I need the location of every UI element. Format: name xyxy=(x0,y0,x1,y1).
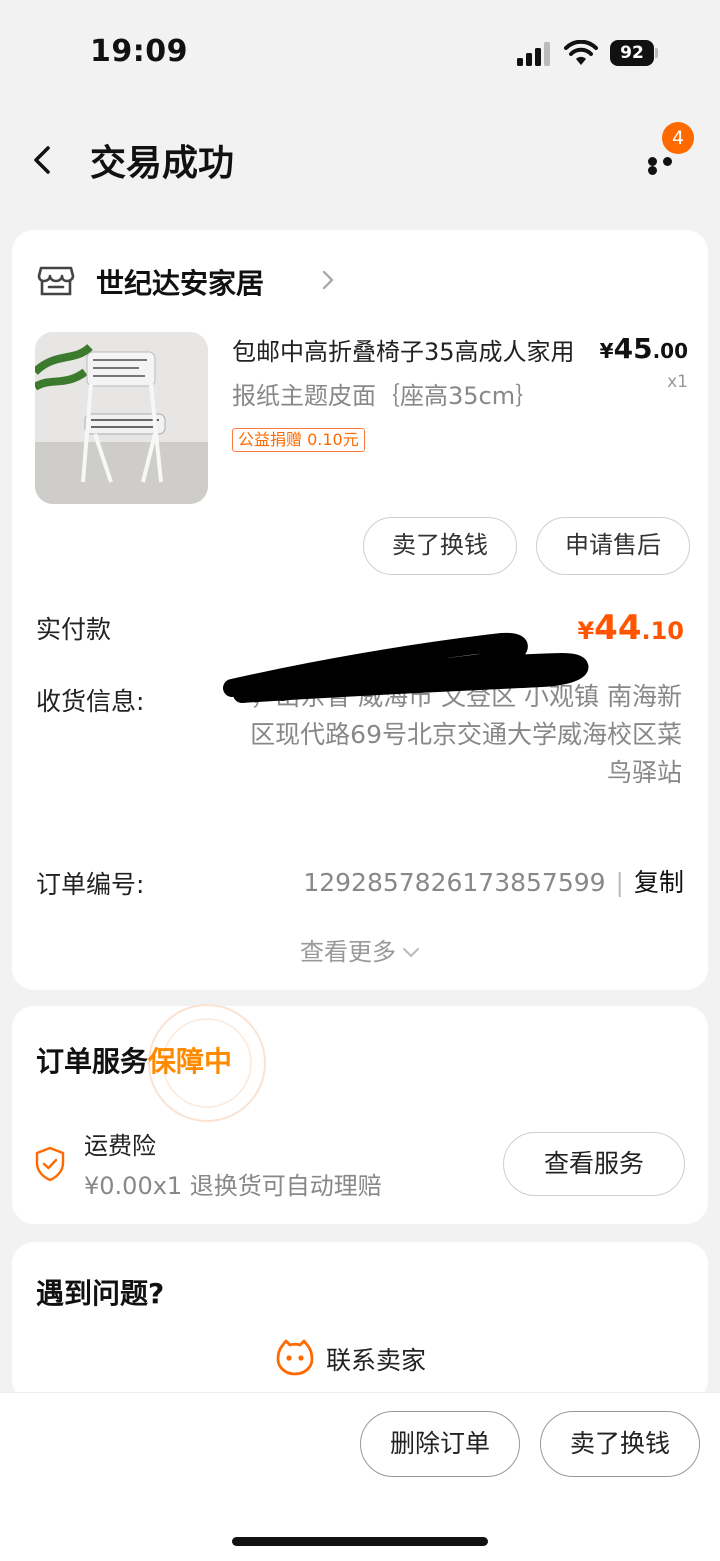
service-card: 订单服务保障中 运费险 ¥0.00x1 退换货可自动理赔 查看服务 xyxy=(12,1004,708,1224)
sell-for-cash-button[interactable]: 卖了换钱 xyxy=(540,1411,700,1477)
order-number-row: 1292857826173857599 | 复制 xyxy=(303,863,684,899)
bottom-action-bar: 删除订单 卖了换钱 xyxy=(0,1392,720,1561)
order-number-label: 订单编号: xyxy=(36,870,145,899)
service-title-text: 订单服务 xyxy=(36,1045,149,1078)
order-number: 1292857826173857599 xyxy=(303,868,606,897)
service-title: 订单服务保障中 xyxy=(36,1040,232,1080)
problem-card: 遇到问题? 联系卖家 xyxy=(12,1242,708,1402)
delete-order-button[interactable]: 删除订单 xyxy=(360,1411,520,1477)
battery-level: 92 xyxy=(610,40,654,66)
paid-label: 实付款 xyxy=(36,615,112,644)
product-sku: 报纸主题皮面｛座高35cm｝ xyxy=(232,382,540,410)
shop-name: 世纪达安家居 xyxy=(96,267,265,300)
status-bar: 19:09 92 xyxy=(0,0,720,100)
home-indicator xyxy=(232,1537,488,1546)
sell-button[interactable]: 卖了换钱 xyxy=(363,517,517,575)
product-title[interactable]: 包邮中高折叠椅子35高成人家用 xyxy=(232,332,582,367)
shop-icon xyxy=(37,266,75,296)
page-title: 交易成功 xyxy=(90,143,235,184)
view-more-button[interactable]: 查看更多 xyxy=(12,932,708,967)
product-quantity: x1 xyxy=(667,372,688,392)
back-icon[interactable] xyxy=(22,138,66,182)
price-currency: ¥ xyxy=(599,339,614,363)
copy-button[interactable]: 复制 xyxy=(634,868,684,897)
status-time: 19:09 xyxy=(90,34,188,69)
product-image[interactable] xyxy=(35,332,208,504)
redaction-scribble xyxy=(223,632,589,703)
service-status: 保障中 xyxy=(148,1045,233,1078)
price-decimal: .00 xyxy=(652,339,688,363)
paid-decimal: .10 xyxy=(641,617,684,645)
problem-title: 遇到问题? xyxy=(36,1277,165,1310)
battery-tip xyxy=(655,48,658,58)
chevron-down-icon xyxy=(403,948,419,958)
chevron-right-icon xyxy=(322,270,334,290)
contact-icon xyxy=(276,1339,314,1376)
nav-bar: 交易成功 xyxy=(0,110,720,210)
view-service-button[interactable]: 查看服务 xyxy=(503,1132,685,1196)
service-item-desc: ¥0.00x1 退换货可自动理赔 xyxy=(84,1172,382,1200)
after-sale-button[interactable]: 申请售后 xyxy=(536,517,690,575)
service-item-name: 运费险 xyxy=(84,1132,156,1160)
price-integer: 45 xyxy=(613,332,653,365)
product-price: ¥45.00 xyxy=(600,332,688,365)
wifi-icon xyxy=(564,40,598,65)
contact-seller-label: 联系卖家 xyxy=(326,1346,427,1375)
address-label: 收货信息: xyxy=(36,687,145,716)
order-number-separator: | xyxy=(615,868,624,897)
view-more-label: 查看更多 xyxy=(300,938,396,966)
battery-indicator: 92 xyxy=(610,40,658,66)
cellular-signal-icon xyxy=(517,42,550,66)
order-card: 世纪达安家居 包邮中高折叠椅子35高成人家用 报纸主题皮面｛座高35cm｝ 公益… xyxy=(12,230,708,990)
notification-badge: 4 xyxy=(662,122,694,154)
shield-icon xyxy=(35,1146,65,1182)
charity-tag: 公益捐赠 0.10元 xyxy=(232,428,365,452)
shop-header[interactable]: 世纪达安家居 xyxy=(36,260,436,300)
